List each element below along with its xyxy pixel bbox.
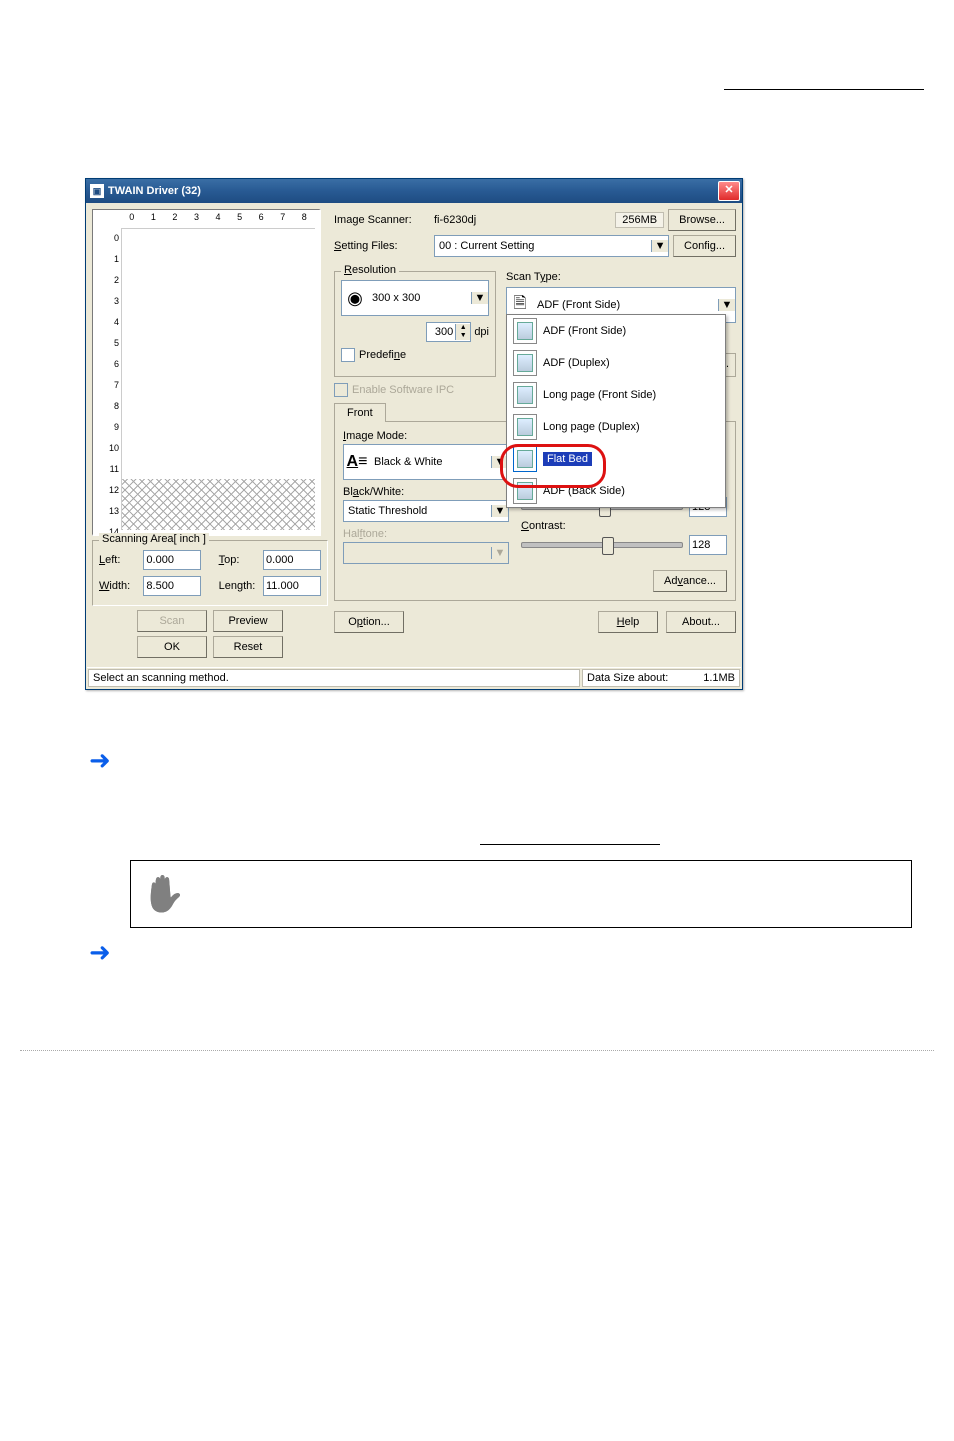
setting-files-value: 00 : Current Setting [435,240,651,252]
arrow-right-icon: ➜ [89,750,111,770]
width-input[interactable] [143,576,201,596]
predefine-checkbox[interactable]: Predefine [341,348,406,362]
note-underline [480,843,660,845]
preview-canvas[interactable] [121,228,315,530]
scan-type-option-long-duplex[interactable]: Long page (Duplex) [507,411,725,443]
header-underline [724,88,924,90]
halftone-combo: ▼ [343,542,509,564]
dpi-stepper[interactable]: 300 ▲▼ [426,322,471,342]
bw-value: Static Threshold [344,505,491,517]
attention-hand-icon: ✋ [141,874,181,914]
scan-type-option-adf-front[interactable]: ADF (Front Side) [507,315,725,347]
length-input[interactable] [263,576,321,596]
about-button[interactable]: About... [666,611,736,633]
hatched-area [122,479,315,530]
chevron-down-icon[interactable]: ▼ [471,292,488,304]
resolution-title: Resolution [341,264,399,276]
bw-combo[interactable]: Static Threshold ▼ [343,500,509,522]
scan-type-option-long-front[interactable]: Long page (Front Side) [507,379,725,411]
top-input[interactable] [263,550,321,570]
width-label: Width: [99,580,139,592]
bw-label: Black/White: [343,486,509,498]
scan-type-option-adf-back[interactable]: ADF (Back Side) [507,475,725,507]
stepper-arrows-icon[interactable]: ▲▼ [455,324,470,340]
arrow-right-icon: ➜ [89,942,111,962]
front-tab[interactable]: Front [334,403,386,422]
resolution-icon: ◉ [342,288,368,309]
image-mode-icon: A≡ [344,453,370,471]
help-button[interactable]: Help [598,611,658,633]
scan-option-icon [513,478,537,504]
image-scanner-value: fi-6230dj [434,214,476,226]
scan-option-icon [513,382,537,408]
left-input[interactable] [143,550,201,570]
image-mode-combo[interactable]: A≡ Black & White ▼ [343,444,509,480]
scanning-area-group: Scanning Area[ inch ] Left: Top: Width: … [92,540,328,606]
top-label: Top: [219,554,259,566]
browse-button[interactable]: Browse... [668,209,736,231]
resolution-group: Resolution ◉ 300 x 300 ▼ 300 ▲▼ dpi [334,271,496,377]
titlebar: ▣ TWAIN Driver (32) ✕ [86,179,742,203]
contrast-label: Contrast: [521,520,727,532]
predefine-label: Predefine [359,349,406,361]
left-label: Left: [99,554,139,566]
scan-option-icon [513,318,537,344]
data-size-value: 1.1MB [703,672,735,684]
scan-type-value: ADF (Front Side) [533,299,718,311]
checkbox-box-icon [341,348,355,362]
image-mode-value: Black & White [370,456,491,468]
length-label: Length: [219,580,259,592]
scan-type-option-label: Long page (Duplex) [543,421,640,433]
scan-type-option-adf-duplex[interactable]: ADF (Duplex) [507,347,725,379]
scan-button[interactable]: Scan [137,610,207,632]
enable-sw-ipc-label: Enable Software IPC [352,384,454,396]
memory-badge: 256MB [615,212,664,228]
scan-type-option-label: Long page (Front Side) [543,389,656,401]
note-box: ✋ [130,860,912,928]
scan-option-icon [513,414,537,440]
chevron-down-icon[interactable]: ▼ [651,240,668,252]
ok-button[interactable]: OK [137,636,207,658]
scan-type-option-label: ADF (Back Side) [543,485,625,497]
preview-button[interactable]: Preview [213,610,283,632]
scan-type-dropdown[interactable]: ADF (Front Side) ADF (Duplex) Long page … [506,314,726,508]
option-button[interactable]: Option... [334,611,404,633]
scan-option-icon [513,350,537,376]
chevron-down-icon: ▼ [491,547,508,559]
slider-thumb-icon [602,537,614,555]
scan-type-option-label: ADF (Duplex) [543,357,610,369]
advance-button[interactable]: Advance... [653,570,727,592]
status-bar: Select an scanning method. Data Size abo… [87,667,741,688]
halftone-label: Halftone: [343,528,509,540]
setting-files-combo[interactable]: 00 : Current Setting ▼ [434,235,669,257]
contrast-value[interactable] [689,535,727,555]
dpi-unit: dpi [474,326,489,338]
reset-button[interactable]: Reset [213,636,283,658]
enable-sw-ipc-checkbox: Enable Software IPC [334,383,454,397]
scan-type-option-label: ADF (Front Side) [543,325,626,337]
dpi-value: 300 [427,326,455,338]
resolution-value: 300 x 300 [368,292,471,304]
window-title: TWAIN Driver (32) [108,185,718,197]
flatbed-icon [513,446,537,472]
ruler-vertical: 012 345 678 91011 121314 [95,228,121,530]
scan-type-label: Scan Type: [506,271,736,283]
scanning-area-title: Scanning Area[ inch ] [99,533,209,545]
contrast-slider[interactable] [521,542,683,548]
status-text: Select an scanning method. [88,669,580,687]
preview-area: 012 345 678 012 345 678 91011 121314 [92,209,321,536]
resolution-combo[interactable]: ◉ 300 x 300 ▼ [341,280,489,316]
dotted-separator [20,1050,934,1051]
data-size-label: Data Size about: [587,672,668,684]
config-button[interactable]: Config... [673,235,736,257]
scan-type-option-label: Flat Bed [543,452,592,466]
image-scanner-label: Image Scanner: [334,214,430,226]
setting-files-label: Setting Files: [334,240,430,252]
scan-type-option-flat-bed[interactable]: Flat Bed [507,443,725,475]
checkbox-box-icon [334,383,348,397]
ruler-horizontal: 012 345 678 [121,212,315,228]
chevron-down-icon[interactable]: ▼ [718,299,735,311]
app-icon: ▣ [90,184,104,198]
close-button[interactable]: ✕ [718,181,740,201]
